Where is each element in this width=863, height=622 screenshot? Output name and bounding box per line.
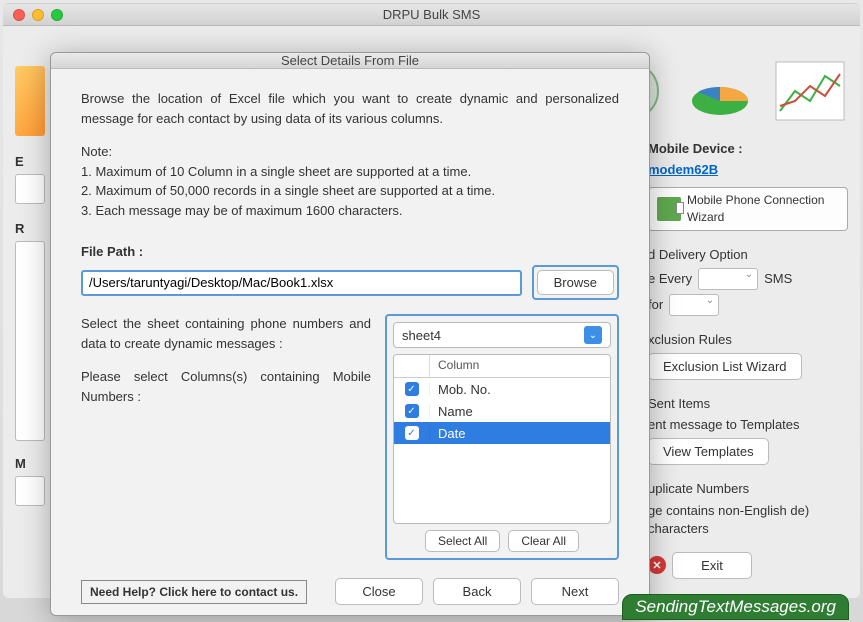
- every-input[interactable]: ⌄: [698, 268, 758, 290]
- filepath-label: File Path :: [81, 244, 619, 259]
- connection-wizard-button[interactable]: Mobile Phone Connection Wizard: [648, 187, 848, 231]
- device-link[interactable]: modem62B: [648, 162, 848, 177]
- sheet-left: Select the sheet containing phone number…: [81, 314, 371, 560]
- table-row[interactable]: ✓ Name: [394, 400, 610, 422]
- modal-title: Select Details From File: [51, 53, 649, 69]
- note-label: Note:: [81, 142, 619, 162]
- columns-table: Column ✓ Mob. No. ✓ Name ✓: [393, 354, 611, 524]
- table-row[interactable]: ✓ Mob. No.: [394, 378, 610, 400]
- modal-body: Browse the location of Excel file which …: [51, 69, 649, 619]
- table-row[interactable]: ✓ Date: [394, 422, 610, 444]
- footer-buttons: Close Back Next: [335, 578, 619, 605]
- chevron-down-icon: ⌄: [584, 326, 602, 344]
- help-link[interactable]: Need Help? Click here to contact us.: [81, 580, 307, 604]
- modal-footer: Need Help? Click here to contact us. Clo…: [81, 560, 619, 605]
- every-label: e Every: [648, 271, 692, 286]
- bg-box-r: [15, 241, 45, 441]
- exclusion-label: xclusion Rules: [648, 332, 848, 347]
- column-name: Name: [430, 404, 610, 419]
- sheet-prompt: Select the sheet containing phone number…: [81, 314, 371, 353]
- zoom-window-icon[interactable]: [51, 9, 63, 21]
- delivery-row-2: for ⌄: [648, 294, 848, 316]
- browse-button[interactable]: Browse: [537, 270, 614, 295]
- next-button[interactable]: Next: [531, 578, 619, 605]
- bg-label-e: E: [15, 154, 24, 169]
- bg-label-m: M: [15, 456, 26, 471]
- duplicate-label: uplicate Numbers: [648, 481, 848, 496]
- exit-row: ✕ Exit: [648, 552, 848, 579]
- main-window: DRPU Bulk SMS $ E R M Mobile Device : mo…: [3, 3, 860, 598]
- column-header: Column: [430, 355, 487, 377]
- watermark-text: SendingTextMessages: [635, 597, 806, 616]
- sheet-select-value: sheet4: [402, 328, 441, 343]
- bg-box-m: [15, 476, 45, 506]
- column-name: Mob. No.: [430, 382, 610, 397]
- back-button[interactable]: Back: [433, 578, 521, 605]
- delivery-row-1: e Every ⌄ SMS: [648, 268, 848, 290]
- note-3: 3. Each message may be of maximum 1600 c…: [81, 201, 619, 221]
- view-templates-button[interactable]: View Templates: [648, 438, 769, 465]
- bg-box-e: [15, 174, 45, 204]
- sheet-right-panel: sheet4 ⌄ Column ✓ Mob. No.: [385, 314, 619, 560]
- column-name: Date: [430, 426, 610, 441]
- orange-tab-icon: [15, 66, 45, 136]
- checkbox-icon[interactable]: ✓: [405, 382, 419, 396]
- sent-items-label: Sent Items: [648, 396, 848, 411]
- select-details-modal: Select Details From File Browse the loca…: [50, 52, 650, 616]
- right-panel: Mobile Device : modem62B Mobile Phone Co…: [648, 141, 848, 579]
- traffic-lights: [13, 9, 63, 21]
- delivery-option-label: d Delivery Option: [648, 247, 848, 262]
- note-2: 2. Maximum of 50,000 records in a single…: [81, 181, 619, 201]
- clear-all-button[interactable]: Clear All: [508, 530, 579, 552]
- wizard-label: Mobile Phone Connection Wizard: [687, 192, 839, 226]
- bg-label-r: R: [15, 221, 24, 236]
- header-check-cell: [394, 355, 430, 377]
- device-label: Mobile Device :: [648, 141, 848, 156]
- for-input[interactable]: ⌄: [669, 294, 719, 316]
- pie-chart-icon: [680, 56, 760, 126]
- checkbox-icon[interactable]: ✓: [405, 404, 419, 418]
- columns-header-row: Column: [394, 355, 610, 378]
- sheet-select[interactable]: sheet4 ⌄: [393, 322, 611, 348]
- filepath-row: Browse: [81, 265, 619, 300]
- main-titlebar: DRPU Bulk SMS: [3, 4, 860, 26]
- exclusion-wizard-button[interactable]: Exclusion List Wizard: [648, 353, 802, 380]
- filepath-input[interactable]: [81, 270, 522, 296]
- close-window-icon[interactable]: [13, 9, 25, 21]
- exit-button[interactable]: Exit: [672, 552, 752, 579]
- select-all-button[interactable]: Select All: [425, 530, 500, 552]
- checkbox-icon[interactable]: ✓: [405, 426, 419, 440]
- unicode-label: ge contains non-English de) characters: [648, 502, 848, 538]
- main-title: DRPU Bulk SMS: [383, 7, 481, 22]
- note-block: Note: 1. Maximum of 10 Column in a singl…: [81, 142, 619, 220]
- note-1: 1. Maximum of 10 Column in a single shee…: [81, 162, 619, 182]
- for-label: for: [648, 297, 663, 312]
- watermark: SendingTextMessages.org: [622, 594, 849, 620]
- main-body: $ E R M Mobile Device : modem62B Mobile …: [3, 26, 860, 598]
- close-button[interactable]: Close: [335, 578, 423, 605]
- columns-prompt: Please select Columns(s) containing Mobi…: [81, 367, 371, 406]
- phone-connection-icon: [657, 197, 681, 221]
- templates-label: ent message to Templates: [648, 417, 848, 432]
- line-chart-icon: [770, 56, 850, 126]
- exit-icon: ✕: [648, 556, 666, 574]
- selection-buttons: Select All Clear All: [393, 530, 611, 552]
- watermark-suffix: .org: [807, 597, 836, 616]
- intro-text: Browse the location of Excel file which …: [81, 89, 619, 128]
- browse-highlight: Browse: [532, 265, 619, 300]
- sms-label: SMS: [764, 271, 792, 286]
- sheet-row: Select the sheet containing phone number…: [81, 314, 619, 560]
- minimize-window-icon[interactable]: [32, 9, 44, 21]
